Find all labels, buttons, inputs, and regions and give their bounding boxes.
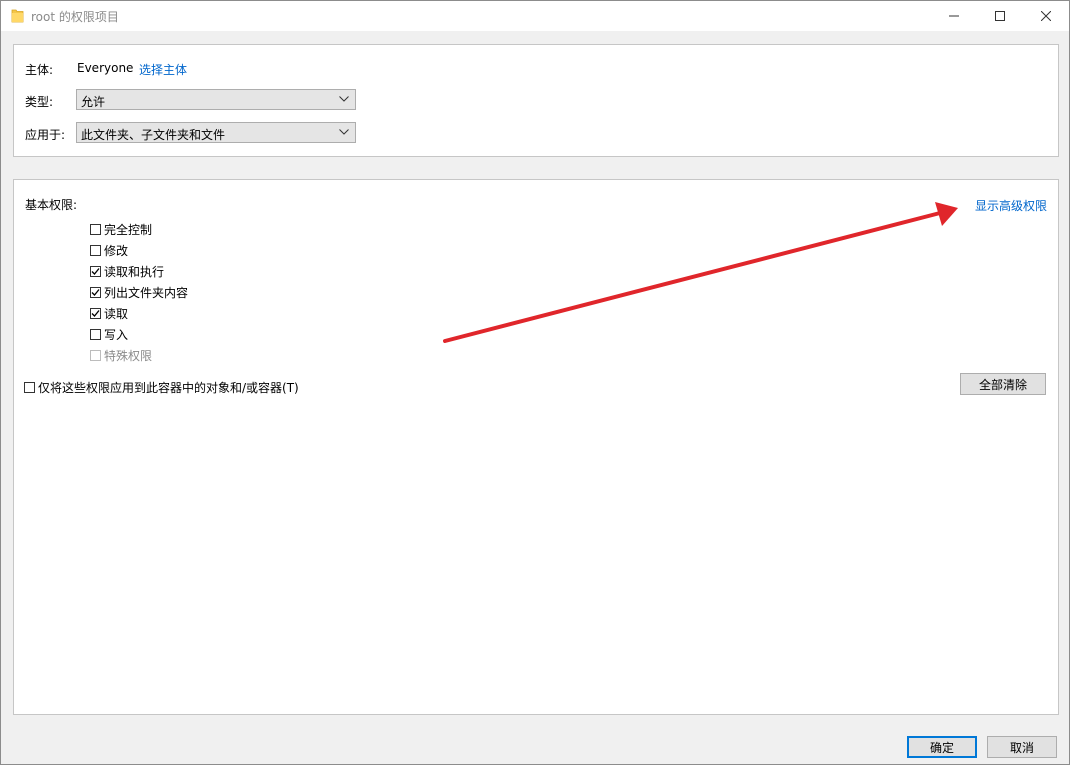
permission-label: 读取和执行 <box>104 264 165 279</box>
maximize-icon <box>995 11 1005 21</box>
basic-permissions-label: 基本权限: <box>25 198 78 212</box>
cancel-button[interactable]: 取消 <box>987 736 1057 758</box>
permission-item[interactable]: 修改 <box>90 242 128 258</box>
permissions-panel: 基本权限: 显示高级权限 完全控制 修改 读取和执行 列出文件夹内容 读取 写入 特殊权限 … <box>13 179 1059 715</box>
permission-label: 修改 <box>104 243 129 258</box>
applies-to-select[interactable]: 此文件夹、子文件夹和文件 <box>76 122 356 143</box>
permission-checkbox[interactable] <box>90 223 101 235</box>
apply-only-container-row[interactable]: 仅将这些权限应用到此容器中的对象和/或容器(T) <box>24 379 299 395</box>
permission-item[interactable]: 列出文件夹内容 <box>90 284 188 300</box>
permission-item[interactable]: 读取 <box>90 305 128 321</box>
type-select-value: 允许 <box>81 95 106 109</box>
permission-checkbox[interactable] <box>90 265 101 277</box>
minimize-icon <box>949 15 959 17</box>
maximize-button[interactable] <box>977 1 1023 31</box>
permission-checkbox <box>90 349 101 361</box>
applies-to-select-value: 此文件夹、子文件夹和文件 <box>81 128 226 142</box>
permission-item[interactable]: 写入 <box>90 326 128 342</box>
permission-label: 完全控制 <box>104 222 153 237</box>
close-button[interactable] <box>1023 1 1069 31</box>
permission-checkbox[interactable] <box>90 328 101 340</box>
ok-button[interactable]: 确定 <box>907 736 977 758</box>
permission-label: 写入 <box>104 327 129 342</box>
principal-label: 主体: <box>25 63 54 77</box>
select-principal-link[interactable]: 选择主体 <box>139 61 187 78</box>
permission-checkbox[interactable] <box>90 307 101 319</box>
permission-checkbox[interactable] <box>90 286 101 298</box>
apply-only-container-label: 仅将这些权限应用到此容器中的对象和/或容器(T) <box>38 380 299 395</box>
close-icon <box>1041 11 1051 21</box>
type-select[interactable]: 允许 <box>76 89 356 110</box>
clear-all-button[interactable]: 全部清除 <box>960 373 1046 395</box>
permission-entry-window: root 的权限项目 主体: Everyone 选择主体 类型: 允许 应用于:… <box>0 0 1070 765</box>
permission-label: 读取 <box>104 306 129 321</box>
apply-only-container-checkbox[interactable] <box>24 381 35 393</box>
window-title: root 的权限项目 <box>31 10 119 24</box>
checkmark-icon <box>91 288 100 296</box>
principal-panel: 主体: Everyone 选择主体 类型: 允许 应用于: 此文件夹、子文件夹和… <box>13 44 1059 157</box>
permission-item[interactable]: 读取和执行 <box>90 263 164 279</box>
permission-label: 特殊权限 <box>104 348 153 363</box>
type-label: 类型: <box>25 95 54 109</box>
permission-checkbox[interactable] <box>90 244 101 256</box>
folder-icon <box>11 9 24 23</box>
checkmark-icon <box>91 309 100 317</box>
permission-item: 特殊权限 <box>90 347 152 363</box>
checkmark-icon <box>91 267 100 275</box>
permission-label: 列出文件夹内容 <box>104 285 189 300</box>
minimize-button[interactable] <box>931 1 977 31</box>
chevron-down-icon <box>339 129 349 135</box>
title-bar: root 的权限项目 <box>1 1 1069 31</box>
permission-item[interactable]: 完全控制 <box>90 221 152 237</box>
show-advanced-permissions-link[interactable]: 显示高级权限 <box>975 197 1047 214</box>
principal-value: Everyone <box>77 61 134 75</box>
chevron-down-icon <box>339 96 349 102</box>
applies-to-label: 应用于: <box>25 128 66 142</box>
